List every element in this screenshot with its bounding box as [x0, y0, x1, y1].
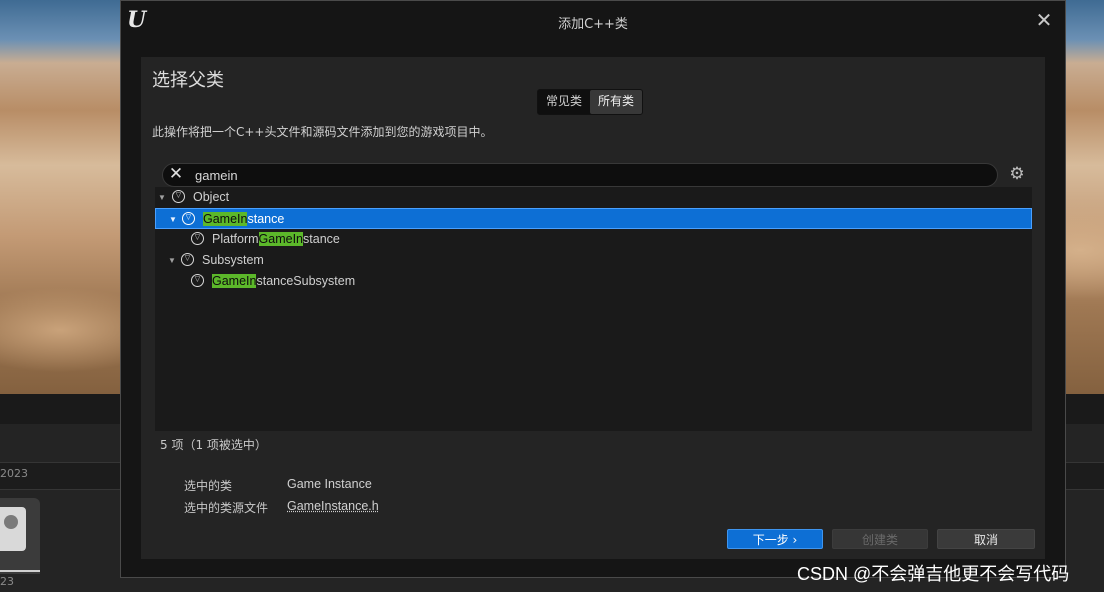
tab-common-classes[interactable]: 常见类	[538, 90, 590, 114]
create-class-button[interactable]: 创建类	[832, 529, 928, 549]
tree-row-object[interactable]: ▼ ▽ Object	[155, 187, 1032, 208]
expand-arrow-icon[interactable]: ▼	[157, 187, 167, 208]
asset-thumbnail-underline	[0, 570, 40, 572]
class-icon: ▽	[191, 274, 204, 287]
tree-row-subsystem[interactable]: ▼ ▽ Subsystem	[155, 250, 1032, 271]
next-button[interactable]: 下一步 ›	[727, 529, 823, 549]
source-file-label: 选中的类源文件	[184, 501, 269, 515]
search-match-highlight: GameIn	[212, 274, 257, 288]
tree-row-label: GameInstanceSubsystem	[212, 274, 356, 288]
tree-row-platformgameinstance[interactable]: ▽ PlatformGameInstance	[155, 229, 1032, 250]
asset-thumbnail-label: 23	[0, 575, 14, 588]
add-cpp-class-dialog: U 添加C++类 ✕ 选择父类 常见类 所有类 此操作将把一个C++头文件和源码…	[120, 0, 1066, 578]
expand-arrow-icon[interactable]: ▼	[167, 250, 177, 271]
gear-icon[interactable]: ⚙	[1007, 163, 1027, 185]
cancel-button[interactable]: 取消	[937, 529, 1035, 549]
clear-search-icon[interactable]: ✕	[167, 165, 185, 183]
search-match-highlight: GameIn	[203, 212, 248, 226]
tree-row-label: PlatformGameInstance	[212, 232, 340, 246]
dialog-description: 此操作将把一个C++头文件和源码文件添加到您的游戏项目中。	[152, 125, 493, 139]
page-title: 选择父类	[152, 70, 224, 91]
source-file-link[interactable]: GameInstance.h	[287, 499, 379, 513]
tab-all-classes[interactable]: 所有类	[590, 90, 643, 114]
search-match-highlight: GameIn	[258, 232, 304, 246]
class-icon: ▽	[182, 212, 195, 225]
class-icon: ▽	[172, 190, 185, 203]
dialog-content: 选择父类 常见类 所有类 此操作将把一个C++头文件和源码文件添加到您的游戏项目…	[141, 57, 1045, 559]
selected-class-label: 选中的类	[184, 479, 233, 493]
pathbar-date-text: 2023	[0, 467, 28, 480]
expand-arrow-icon[interactable]: ▼	[168, 209, 178, 230]
class-search-box: ✕	[162, 163, 998, 187]
search-input[interactable]	[195, 166, 975, 184]
class-icon: ▽	[191, 232, 204, 245]
class-icon: ▽	[181, 253, 194, 266]
dialog-title: 添加C++类	[558, 17, 628, 32]
class-tree: ▼ ▽ Object ▼ ▽ GameInstance ▽ PlatformGa…	[155, 187, 1032, 431]
selected-class-value: Game Instance	[287, 477, 372, 491]
tree-row-label: Object	[193, 190, 230, 204]
item-count-status: 5 项（1 项被选中）	[160, 438, 267, 452]
tree-row-label: GameInstance	[203, 212, 285, 226]
close-icon[interactable]: ✕	[1033, 9, 1055, 31]
tree-row-gameinstance[interactable]: ▼ ▽ GameInstance	[155, 208, 1032, 229]
tree-row-gameinstancesubsystem[interactable]: ▽ GameInstanceSubsystem	[155, 271, 1032, 292]
class-filter-tabs: 常见类 所有类	[537, 89, 644, 115]
game-controller-icon	[0, 507, 26, 551]
tree-row-label: Subsystem	[202, 253, 264, 267]
watermark-text: CSDN @不会弹吉他更不会写代码	[797, 564, 1070, 584]
dialog-titlebar[interactable]: U 添加C++类 ✕	[121, 1, 1065, 41]
